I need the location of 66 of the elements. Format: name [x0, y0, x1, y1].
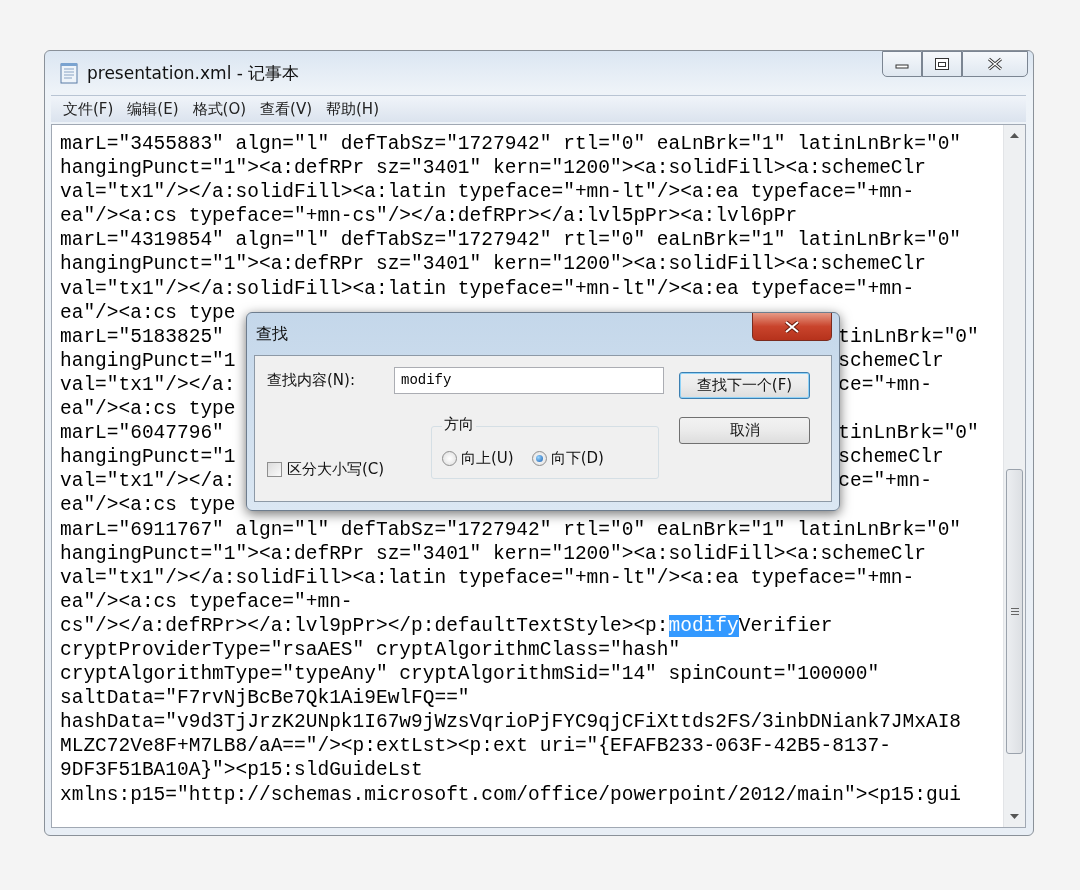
code-text: ce="+mn- — [838, 372, 932, 398]
selected-text: modify — [668, 614, 739, 637]
code-text: ea"/><a:cs type — [60, 493, 236, 518]
group-label: 方向 — [442, 415, 476, 434]
notepad-icon — [59, 62, 79, 84]
menu-item[interactable]: 查看(V) — [254, 99, 320, 119]
code-line: marL="6911767" algn="l" defTabSz="1727942" rtl="0" eaLnBrk="1" latinLnBrk="0" — [60, 517, 963, 542]
radio-button[interactable] — [531, 451, 547, 466]
down-arrow-icon — [1010, 814, 1019, 819]
close-button[interactable] — [752, 313, 832, 341]
code-text: schemeClr — [838, 445, 944, 470]
close-icon — [784, 320, 800, 333]
code-line: marL="4319854" algn="l" defTabSz="1727942" rtl="0" eaLnBrk="1" latinLnBrk="0" — [60, 228, 963, 253]
code-text: val="tx1"/></a: — [60, 469, 236, 494]
code-line: xmlns:p15="http://schemas.microsoft.com/office/powerpoint/2012/main"><p15:gui — [60, 782, 963, 807]
find-input[interactable]: modify — [394, 366, 664, 394]
radio-label: 向下(D) — [550, 449, 604, 468]
menu-item[interactable]: 文件(F) — [57, 99, 122, 119]
code-line: val="tx1"/></a:solidFill><a:latin typeface="+mn-lt"/><a:ea typeface="+mn- — [60, 565, 916, 590]
code-line: marL="3455883" algn="l" defTabSz="1727942" rtl="0" eaLnBrk="1" latinLnBrk="0" — [60, 132, 963, 157]
code-line: cryptAlgorithmType="typeAny" cryptAlgorithmSid="14" spinCount="100000" — [60, 662, 881, 687]
scrollbar[interactable] — [1003, 125, 1025, 827]
menu-item[interactable]: 编辑(E) — [121, 99, 187, 119]
dialog-title: 查找 — [256, 323, 288, 345]
field-label: 查找内容(N): — [267, 370, 356, 390]
code-line: val="tx1"/></a:solidFill><a:latin typeface="+mn-lt"/><a:ea typeface="+mn- — [60, 180, 916, 205]
code-text: hangingPunct="1 — [60, 445, 236, 470]
code-line: hangingPunct="1"><a:defRPr sz="3401" kern="1200"><a:solidFill><a:schemeClr — [60, 156, 927, 181]
code-text: tinLnBrk="0" — [838, 421, 979, 446]
code-text: ce="+mn- — [838, 469, 932, 494]
code-text: hangingPunct="1 — [60, 348, 236, 373]
grip-icon — [1010, 608, 1019, 615]
code-line: saltData="F7rvNjBcBe7Qk1Ai9EwlFQ==" — [60, 686, 471, 711]
code-text: tinLnBrk="0" — [838, 324, 979, 349]
radio-label: 向上(U) — [461, 449, 514, 468]
menu-item[interactable]: 格式(O) — [186, 99, 255, 119]
code-text: Verifier — [738, 614, 833, 637]
maximize-icon — [934, 57, 950, 71]
code-text: val="tx1"/></a: — [60, 372, 236, 398]
window-title: presentation.xml - 记事本 — [87, 61, 300, 85]
code-line: hangingPunct="1"><a:defRPr sz="3401" kern="1200"><a:solidFill><a:schemeClr — [60, 541, 927, 566]
menu-item[interactable]: 帮助(H) — [320, 99, 387, 119]
code-line: val="tx1"/></a:solidFill><a:latin typeface="+mn-lt"/><a:ea typeface="+mn- — [60, 276, 916, 301]
code-text: marL="6047796" — [60, 421, 224, 446]
code-line: hashData="v9d3TjJrzK2UNpk1I67w9jWzsVqrioPjFYC9qjCFiXttds2FS/3inbDNiank7JMxAI8 — [60, 710, 963, 735]
close-icon — [986, 57, 1004, 71]
checkbox-label: 区分大小写(C) — [287, 460, 385, 479]
code-text: marL="5183825" — [60, 324, 224, 349]
code-line: 9DF3F51BA10A}"><p15:sldGuideLst — [60, 758, 424, 783]
maximize-button[interactable] — [922, 51, 962, 77]
code-text: ea"/><a:cs type — [60, 300, 236, 325]
code-text: cs"/></a:defRPr></a:lvl9pPr></p:defaultTextStyle><p: — [60, 614, 669, 637]
code-text: ea"/><a:cs type — [60, 397, 236, 422]
code-line: MLZC72Ve8F+M7LB8/aA=="/><p:extLst><p:ext uri="{EFAFB233-063F-42B5-8137- — [60, 734, 892, 759]
code-text: schemeClr — [838, 348, 944, 373]
scrollbar-thumb[interactable] — [1006, 469, 1023, 754]
checkbox[interactable] — [267, 462, 282, 477]
up-arrow-icon — [1010, 133, 1019, 138]
code-line: hangingPunct="1"><a:defRPr sz="3401" kern="1200"><a:solidFill><a:schemeClr — [60, 252, 927, 277]
code-line: ea"/><a:cs typeface="+mn- — [60, 589, 354, 614]
find-next-button[interactable]: 查找下一个(F) — [679, 372, 810, 399]
radio-button[interactable] — [442, 451, 457, 466]
cancel-button[interactable]: 取消 — [679, 417, 810, 444]
code-line: ea"/><a:cs typeface="+mn-cs"/></a:defRPr></a:lvl5pPr><a:lvl6pPr — [60, 204, 799, 229]
code-line: cryptProviderType="rsaAES" cryptAlgorithmClass="hash" — [60, 637, 682, 663]
close-button[interactable] — [962, 51, 1028, 77]
